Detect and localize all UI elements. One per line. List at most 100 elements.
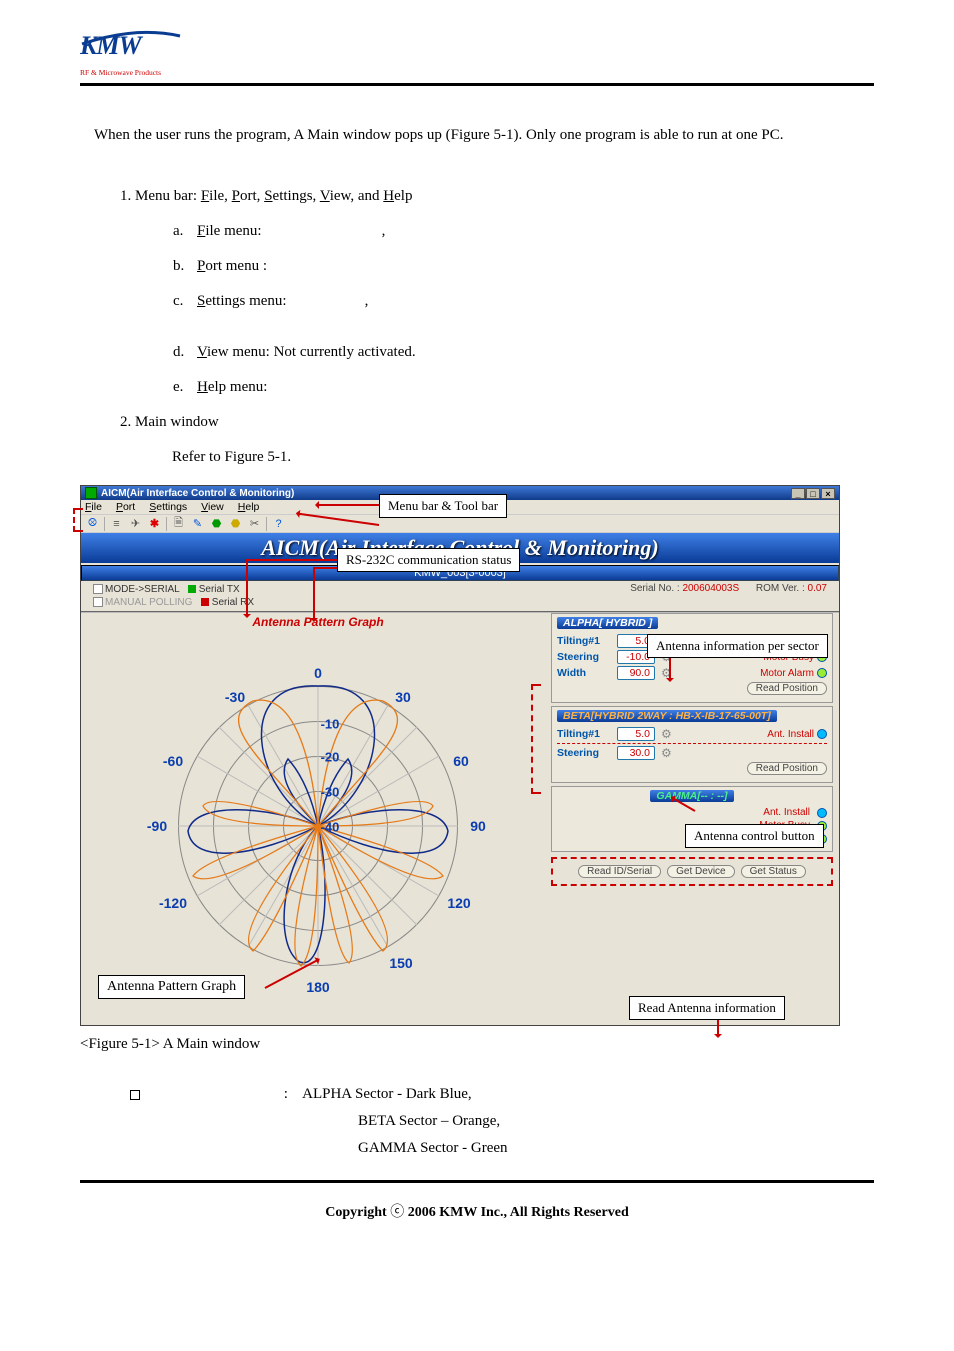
status-row: MODE->SERIAL Serial TX MANUAL POLLING Se… (81, 581, 839, 613)
led-icon (817, 729, 827, 739)
red-bracket (531, 684, 541, 794)
tool-icon[interactable]: ✂ (247, 516, 262, 531)
menu-settings[interactable]: Settings (149, 501, 187, 513)
list-item-1b: b.Port menu : (173, 253, 874, 280)
ring-40: -40 (321, 820, 340, 835)
deg-n90: -90 (147, 818, 167, 834)
deg-30: 30 (395, 689, 411, 705)
led-icon (817, 668, 827, 678)
menu-file[interactable]: File (85, 501, 102, 513)
read-id-button[interactable]: Read ID/Serial (578, 865, 661, 878)
minimize-button[interactable]: _ (791, 488, 805, 499)
gamma-header: GAMMA[-- : --] (650, 790, 733, 802)
legend-gamma: GAMMA Sector - Green (130, 1135, 874, 1162)
legend-beta: BETA Sector – Orange, (130, 1108, 874, 1135)
ring-10: -10 (321, 717, 340, 732)
menu-help[interactable]: Help (238, 501, 260, 513)
tilting-value: 5.0 (617, 727, 655, 741)
callout-apg: Antenna Pattern Graph (98, 975, 245, 999)
tilting-label: Tilting#1 (557, 635, 611, 647)
callout-ctrl-btn: Antenna control button (685, 824, 824, 848)
menu-port[interactable]: Port (116, 501, 135, 513)
legend-marker (130, 1090, 140, 1100)
deg-180: 180 (306, 979, 329, 995)
steering-value: 30.0 (617, 746, 655, 760)
read-button-row: Read ID/Serial Get Device Get Status (551, 857, 833, 886)
refer-line: Refer to Figure 5-1. (80, 444, 874, 471)
sector-legend: : ALPHA Sector - Dark Blue, BETA Sector … (130, 1081, 874, 1162)
rom-label: ROM Ver. : (756, 583, 805, 594)
tool-icon[interactable]: ⮾ (85, 516, 100, 531)
help-icon[interactable]: ? (271, 516, 286, 531)
callout-menubar: Menu bar & Tool bar (379, 494, 507, 518)
sector-panel-group: ALPHA[ HYBRID ] Tilting#1 5.0 ⚙ Ant. Ins… (551, 613, 833, 1021)
read-position-button[interactable]: Read Position (747, 682, 827, 695)
page-footer: Copyright ⓒ 2006 KMW Inc., All Rights Re… (80, 1180, 874, 1221)
get-device-button[interactable]: Get Device (667, 865, 734, 878)
tool-icon[interactable]: ✎ (190, 516, 205, 531)
arrow-line (246, 559, 338, 561)
poll-label: MANUAL POLLING (105, 597, 192, 608)
arrow-line (313, 568, 315, 620)
rom-value: 0.07 (808, 583, 827, 594)
body-text: When the user runs the program, A Main w… (80, 122, 874, 471)
led-icon (817, 808, 827, 818)
list-item-1: Menu bar: File, Port, Settings, View, an… (135, 183, 874, 401)
list-item-2: Main window (135, 409, 874, 436)
arrow-line (246, 560, 248, 616)
callout-read-info: Read Antenna information (629, 996, 785, 1020)
tilting-label: Tilting#1 (557, 728, 611, 740)
deg-120: 120 (447, 895, 470, 911)
ring-20: -20 (321, 750, 340, 765)
arrow-line (717, 1020, 719, 1036)
alpha-sector: ALPHA[ HYBRID ] Tilting#1 5.0 ⚙ Ant. Ins… (551, 613, 833, 703)
callout-rs232: RS-232C communication status (337, 548, 520, 572)
tool-icon[interactable]: ✈ (128, 516, 143, 531)
ant-install-label: Ant. Install (763, 807, 810, 818)
serial-value: 200604003S (682, 583, 739, 594)
gear-icon[interactable]: ⚙ (661, 746, 672, 760)
read-position-button[interactable]: Read Position (747, 762, 827, 775)
deg-90: 90 (470, 818, 486, 834)
deg-0: 0 (314, 665, 322, 681)
alpha-header: ALPHA[ HYBRID ] (557, 617, 658, 629)
serial-label: Serial No. : (630, 583, 679, 594)
logo-mark: KMW (80, 30, 190, 66)
menu-view[interactable]: View (201, 501, 224, 513)
intro-paragraph: When the user runs the program, A Main w… (94, 122, 874, 149)
figure-window: Menu bar & Tool bar RS-232C communicatio… (80, 485, 840, 1026)
logo-tagline: RF & Microwave Products (80, 68, 161, 77)
numbered-list: Menu bar: File, Port, Settings, View, an… (80, 183, 874, 436)
arrow-line (317, 504, 379, 506)
width-value: 90.0 (617, 666, 655, 680)
figure-caption: <Figure 5-1> A Main window (80, 1036, 874, 1053)
list-item-1e: e.Help menu: (173, 374, 874, 401)
deg-n30: -30 (225, 689, 245, 705)
gear-icon[interactable]: ⚙ (661, 727, 672, 741)
deg-n60: -60 (163, 753, 183, 769)
tool-icon[interactable]: 🗎 (171, 516, 186, 531)
list-item-1a: a.File menu:, (173, 218, 874, 245)
beta-sector: BETA[HYBRID 2WAY : HB-X-IB-17-65-00T] Ti… (551, 706, 833, 783)
steering-label: Steering (557, 651, 611, 663)
list-item-1d: d.View menu: Not currently activated. (173, 339, 874, 366)
tx-label: Serial TX (199, 584, 240, 595)
red-bracket (73, 508, 83, 532)
close-button[interactable]: × (821, 488, 835, 499)
tool-icon[interactable]: ≡ (109, 516, 124, 531)
deg-150: 150 (389, 955, 412, 971)
tool-icon[interactable]: ⬣ (209, 516, 224, 531)
steering-label: Steering (557, 747, 611, 759)
mode-label: MODE->SERIAL (105, 584, 179, 595)
arrow-line (669, 658, 671, 680)
logo: KMW RF & Microwave Products (80, 30, 200, 77)
tool-icon[interactable]: ⬣ (228, 516, 243, 531)
get-status-button[interactable]: Get Status (741, 865, 806, 878)
motor-alarm-label: Motor Alarm (760, 668, 814, 679)
window-title: AICM(Air Interface Control & Monitoring) (101, 488, 294, 499)
beta-header: BETA[HYBRID 2WAY : HB-X-IB-17-65-00T] (557, 710, 777, 722)
deg-n120: -120 (159, 895, 187, 911)
callout-sector-info: Antenna information per sector (647, 634, 828, 658)
maximize-button[interactable]: □ (806, 488, 820, 499)
tool-icon[interactable]: ✱ (147, 516, 162, 531)
